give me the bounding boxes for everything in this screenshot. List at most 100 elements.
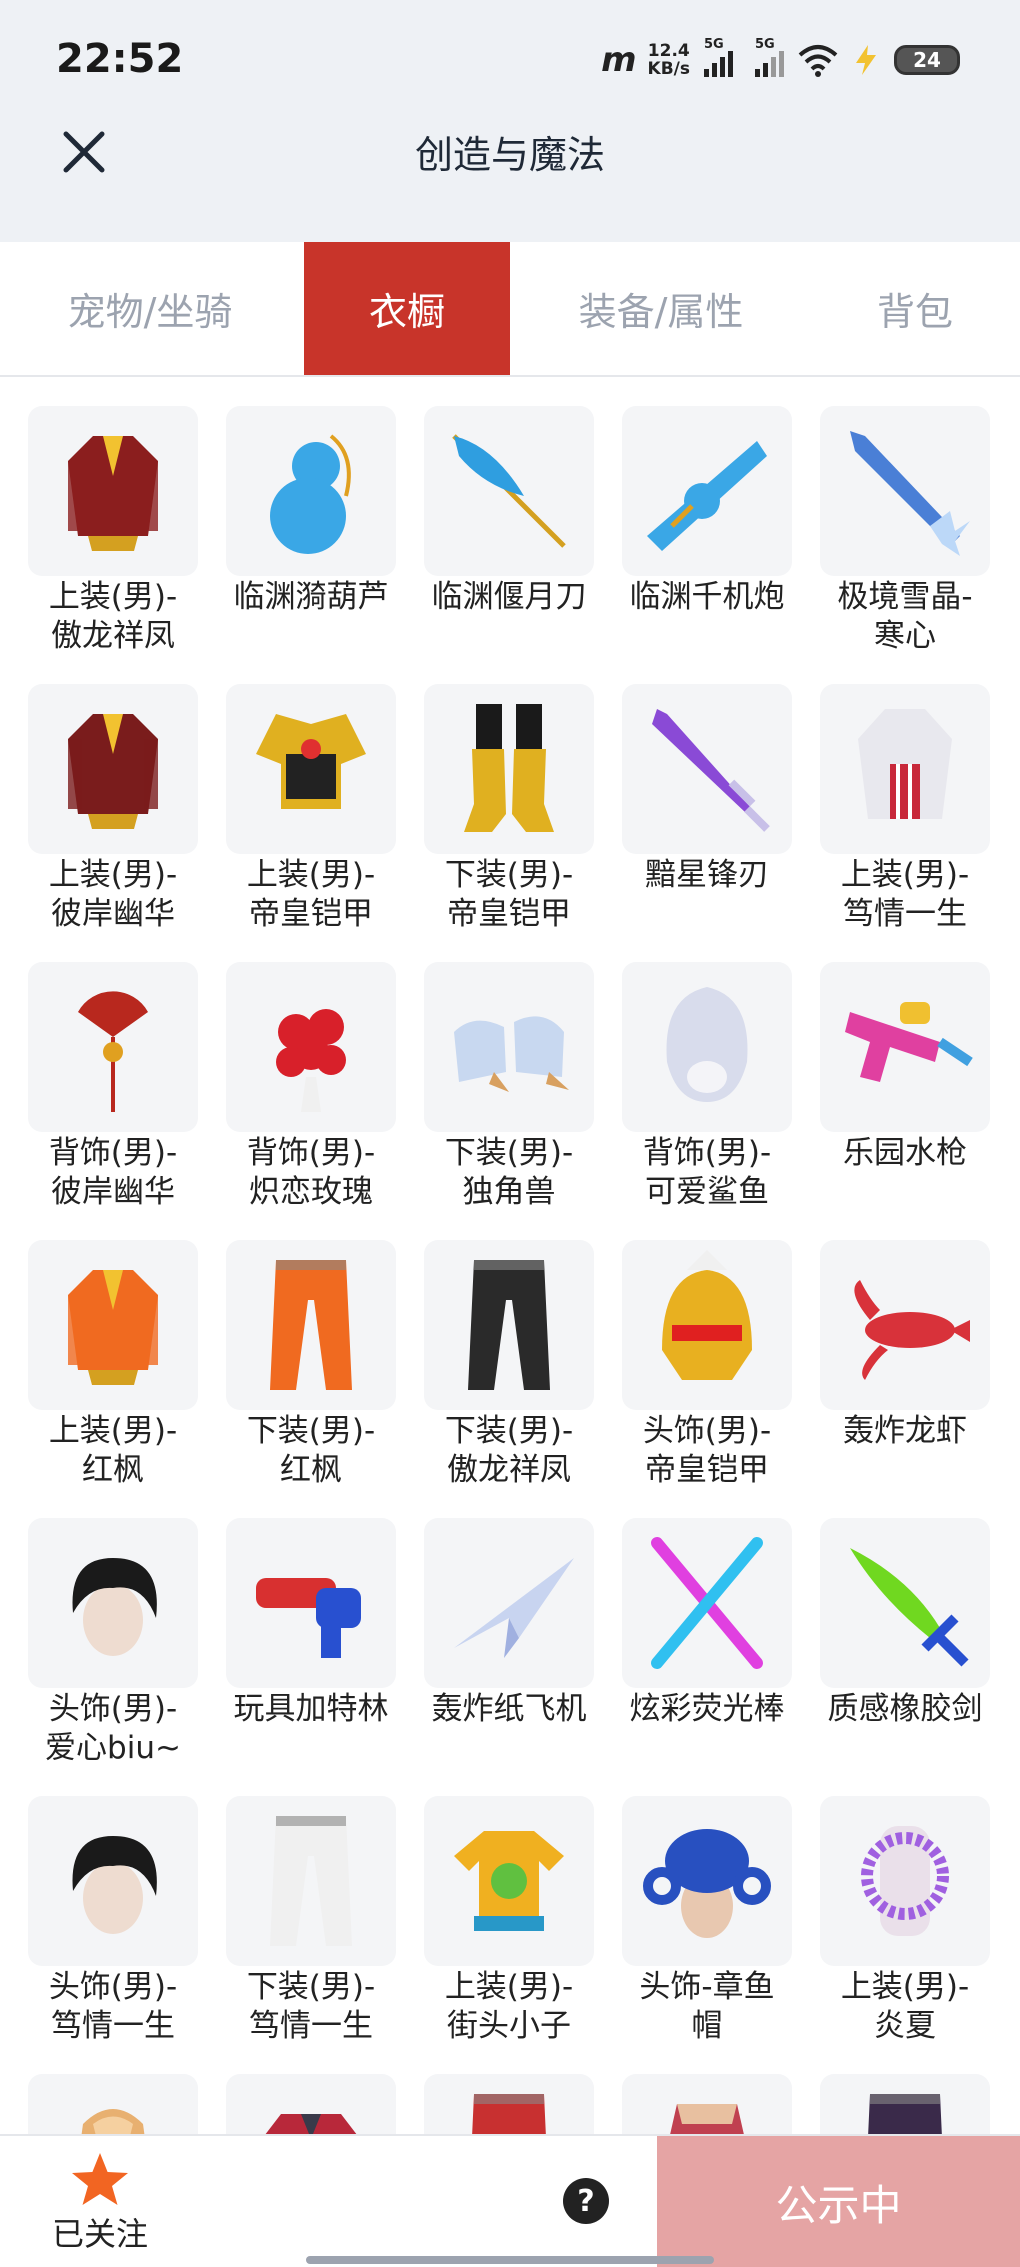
publish-status-button[interactable]: 公示中 bbox=[657, 2136, 1020, 2267]
plane-icon bbox=[454, 1558, 574, 1658]
coat-icon bbox=[858, 709, 952, 819]
wardrobe-item[interactable]: 临渊偃月刀 bbox=[424, 406, 594, 684]
item-name: 临渊千机炮 bbox=[629, 579, 785, 615]
signal-icon-1: 5G bbox=[704, 37, 733, 77]
octopus-icon bbox=[643, 1829, 771, 1938]
ice-sword-icon bbox=[850, 431, 970, 556]
help-button[interactable]: ? bbox=[563, 2178, 609, 2224]
wardrobe-item[interactable]: 上装(男)- 街头小子 bbox=[424, 1796, 594, 2074]
wardrobe-item[interactable]: 乐园水枪 bbox=[820, 962, 990, 1240]
wardrobe-item[interactable]: 上装(男)- 帝皇铠甲 bbox=[226, 684, 396, 962]
item-name: 极境雪晶- 寒心 bbox=[837, 579, 973, 654]
battery-icon: 24 bbox=[894, 45, 960, 75]
wardrobe-item[interactable]: 上装(男)- 傲龙祥凤 bbox=[28, 406, 198, 684]
wardrobe-item[interactable]: 头饰(男)- 帝皇铠甲 bbox=[622, 1240, 792, 1518]
pants-icon bbox=[270, 1260, 352, 1390]
item-thumbnail bbox=[424, 406, 594, 576]
wardrobe-item[interactable]: 头饰(男)- 笃情一生 bbox=[28, 1796, 198, 2074]
wardrobe-item[interactable] bbox=[820, 2074, 990, 2134]
wardrobe-item[interactable]: 临渊漪葫芦 bbox=[226, 406, 396, 684]
helmet-icon bbox=[662, 1250, 752, 1380]
charging-bolt-icon bbox=[856, 45, 876, 75]
item-name: 临渊漪葫芦 bbox=[233, 579, 389, 615]
pants-icon bbox=[868, 2094, 942, 2134]
item-name: 下装(男)- 帝皇铠甲 bbox=[444, 857, 574, 932]
rose-icon bbox=[276, 1009, 346, 1112]
pants-icon bbox=[270, 1816, 352, 1946]
rubber-sword-icon bbox=[850, 1548, 969, 1667]
item-thumbnail bbox=[820, 2074, 990, 2134]
wardrobe-item[interactable]: 轰炸龙虾 bbox=[820, 1240, 990, 1518]
wardrobe-item[interactable]: 上装(男)- 彼岸幽华 bbox=[28, 684, 198, 962]
lei-icon bbox=[861, 1826, 949, 1936]
tab-equipment-attributes[interactable]: 装备/属性 bbox=[550, 242, 772, 375]
robe-icon bbox=[68, 436, 158, 551]
item-name: 上装(男)- 傲龙祥凤 bbox=[48, 579, 178, 654]
item-thumbnail bbox=[820, 406, 990, 576]
item-thumbnail bbox=[622, 684, 792, 854]
item-name: 下装(男)- 红枫 bbox=[246, 1413, 376, 1488]
item-thumbnail bbox=[820, 1240, 990, 1410]
wardrobe-item[interactable] bbox=[424, 2074, 594, 2134]
wardrobe-item[interactable] bbox=[226, 2074, 396, 2134]
wardrobe-item[interactable]: 上装(男)- 红枫 bbox=[28, 1240, 198, 1518]
wardrobe-item[interactable] bbox=[622, 2074, 792, 2134]
item-name: 上装(男)- 笃情一生 bbox=[840, 857, 970, 932]
gatling-icon bbox=[256, 1578, 361, 1658]
item-name: 头饰(男)- 爱心biu~ bbox=[45, 1691, 181, 1766]
wardrobe-item[interactable]: 黯星锋刃 bbox=[622, 684, 792, 962]
wardrobe-item[interactable]: 下装(男)- 红枫 bbox=[226, 1240, 396, 1518]
item-name: 轰炸龙虾 bbox=[843, 1413, 967, 1449]
wardrobe-item[interactable]: 下装(男)- 帝皇铠甲 bbox=[424, 684, 594, 962]
wardrobe-item[interactable]: 质感橡胶剑 bbox=[820, 1518, 990, 1796]
item-thumbnail bbox=[28, 1518, 198, 1688]
wardrobe-item[interactable]: 背饰(男)- 彼岸幽华 bbox=[28, 962, 198, 1240]
item-thumbnail bbox=[622, 962, 792, 1132]
skirt-icon bbox=[670, 2104, 744, 2134]
wardrobe-item[interactable]: 背饰(男)- 炽恋玫瑰 bbox=[226, 962, 396, 1240]
net-speed-value: 12.4 bbox=[647, 41, 690, 61]
wardrobe-item[interactable]: 轰炸纸飞机 bbox=[424, 1518, 594, 1796]
wardrobe-item[interactable]: 头饰-章鱼 帽 bbox=[622, 1796, 792, 2074]
item-thumbnail bbox=[622, 2074, 792, 2134]
tab-backpack[interactable]: 背包 bbox=[860, 242, 970, 375]
sword-icon bbox=[652, 709, 770, 832]
wardrobe-item[interactable] bbox=[28, 2074, 198, 2134]
item-name: 下装(男)- 独角兽 bbox=[444, 1135, 574, 1210]
wardrobe-item[interactable]: 炫彩荧光棒 bbox=[622, 1518, 792, 1796]
tab-wardrobe[interactable]: 衣橱 bbox=[304, 242, 510, 375]
item-thumbnail bbox=[226, 1240, 396, 1410]
robe-icon bbox=[68, 1270, 158, 1385]
wardrobe-item[interactable]: 下装(男)- 独角兽 bbox=[424, 962, 594, 1240]
cannon-icon bbox=[647, 441, 767, 551]
hoodie-icon bbox=[81, 2109, 145, 2134]
item-thumbnail bbox=[226, 962, 396, 1132]
fan-icon bbox=[78, 991, 148, 1112]
wardrobe-item[interactable]: 极境雪晶- 寒心 bbox=[820, 406, 990, 684]
wardrobe-item[interactable]: 背饰(男)- 可爱鲨鱼 bbox=[622, 962, 792, 1240]
wardrobe-item[interactable]: 头饰(男)- 爱心biu~ bbox=[28, 1518, 198, 1796]
tab-pets-mounts[interactable]: 宠物/坐骑 bbox=[40, 242, 260, 375]
status-icons: m 12.4 KB/s 5G 5G 24 bbox=[601, 37, 960, 80]
item-name: 背饰(男)- 彼岸幽华 bbox=[48, 1135, 178, 1210]
status-time: 22:52 bbox=[56, 36, 184, 82]
item-thumbnail bbox=[820, 684, 990, 854]
wardrobe-item[interactable]: 下装(男)- 笃情一生 bbox=[226, 1796, 396, 2074]
follow-button[interactable]: 已关注 bbox=[40, 2136, 160, 2267]
status-bar: 22:52 m 12.4 KB/s 5G 5G 24 bbox=[0, 0, 1020, 120]
wardrobe-item[interactable]: 上装(男)- 炎夏 bbox=[820, 1796, 990, 2074]
item-name: 上装(男)- 彼岸幽华 bbox=[48, 857, 178, 932]
item-thumbnail bbox=[622, 1796, 792, 1966]
carrier-logo: m bbox=[601, 40, 636, 80]
wardrobe-item[interactable]: 上装(男)- 笃情一生 bbox=[820, 684, 990, 962]
wardrobe-item[interactable]: 临渊千机炮 bbox=[622, 406, 792, 684]
wardrobe-item[interactable]: 下装(男)- 傲龙祥凤 bbox=[424, 1240, 594, 1518]
item-name: 上装(男)- 街头小子 bbox=[444, 1969, 574, 2044]
wardrobe-item[interactable]: 玩具加特林 bbox=[226, 1518, 396, 1796]
item-name: 上装(男)- 炎夏 bbox=[840, 1969, 970, 2044]
item-thumbnail bbox=[28, 1240, 198, 1410]
item-thumbnail bbox=[820, 1518, 990, 1688]
bottom-bar: 已关注 ? 公示中 bbox=[0, 2134, 1020, 2267]
item-thumbnail bbox=[226, 2074, 396, 2134]
item-name: 黯星锋刃 bbox=[645, 857, 769, 893]
